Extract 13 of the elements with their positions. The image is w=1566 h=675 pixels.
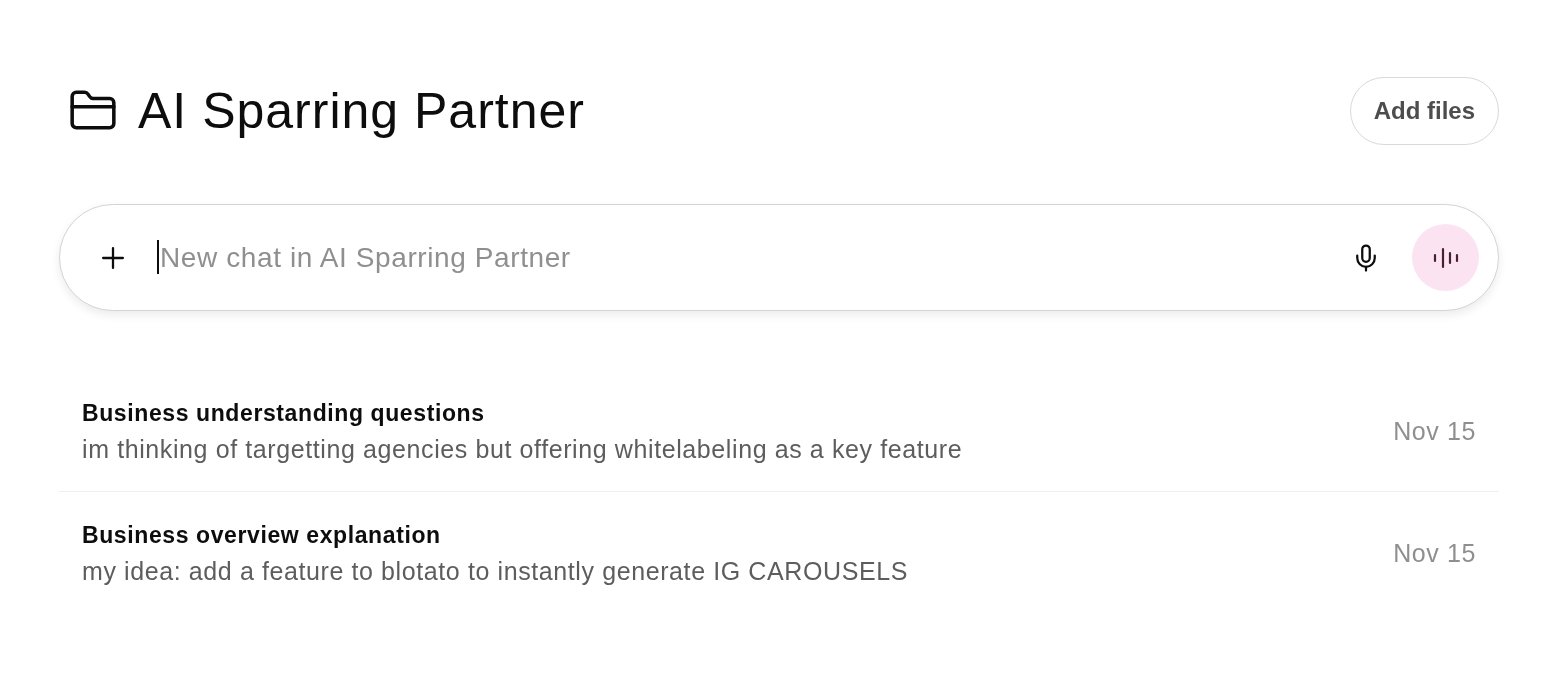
chat-title: Business understanding questions bbox=[82, 399, 486, 428]
chat-date: Nov 15 bbox=[1393, 416, 1476, 446]
chat-date: Nov 15 bbox=[1393, 537, 1476, 568]
chat-input-bar[interactable]: New chat in AI Sparring Partner bbox=[59, 204, 1499, 311]
chat-preview: im thinking of targetting agencies but offering whitelabeling as a key feature bbox=[82, 434, 963, 464]
add-files-button[interactable]: Add files bbox=[1349, 77, 1499, 145]
chat-preview: my idea: add a feature to blotato to instantly generate IG CAROUSELS bbox=[82, 555, 908, 586]
sound-wave-icon bbox=[1432, 246, 1459, 269]
input-field[interactable]: New chat in AI Sparring Partner bbox=[157, 235, 1346, 280]
chat-list-item[interactable]: Business overview explanation my idea: add a feature to blotato to instantly generate IG CAROUSELS Nov 15 bbox=[59, 492, 1499, 613]
chat-list-item[interactable]: Business understanding questions im thinking of targetting agencies but offering whitelabeling as a key feature Nov 15 bbox=[59, 371, 1499, 492]
project-title: AI Sparring Partner bbox=[138, 82, 585, 141]
chat-title: Business overview explanation bbox=[82, 520, 442, 550]
